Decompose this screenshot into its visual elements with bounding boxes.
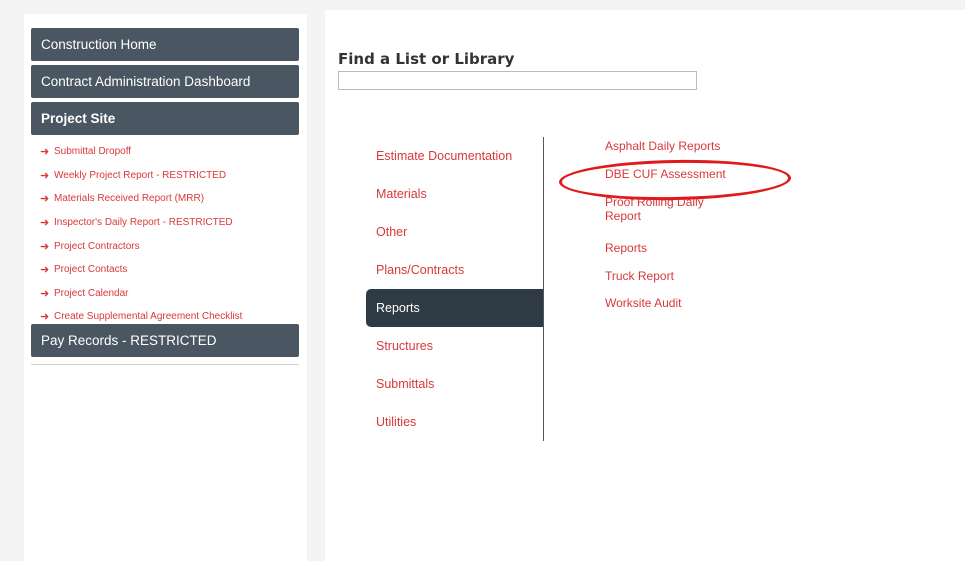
list-item-project-contacts[interactable]: ➜ Project Contacts — [40, 258, 300, 282]
category-materials[interactable]: Materials — [366, 175, 544, 213]
category-estimate-documentation[interactable]: Estimate Documentation — [366, 137, 544, 175]
list-item-weekly-project-report[interactable]: ➜ Weekly Project Report - RESTRICTED — [40, 164, 300, 188]
list-item-label: Project Calendar — [54, 287, 129, 299]
arrow-right-icon: ➜ — [40, 264, 50, 277]
list-item-label: Inspector's Daily Report - RESTRICTED — [54, 217, 233, 229]
list-link-asphalt-daily-reports[interactable]: Asphalt Daily Reports — [605, 139, 720, 153]
page-title: Find a List or Library — [338, 50, 515, 68]
category-utilities[interactable]: Utilities — [366, 403, 544, 441]
list-item-materials-received-report[interactable]: ➜ Materials Received Report (MRR) — [40, 187, 300, 211]
list-item-label: Project Contacts — [54, 264, 128, 276]
nav-construction-home[interactable]: Construction Home — [31, 28, 299, 61]
list-link-reports[interactable]: Reports — [605, 241, 647, 255]
arrow-right-icon: ➜ — [40, 240, 50, 253]
list-item-inspectors-daily-report[interactable]: ➜ Inspector's Daily Report - RESTRICTED — [40, 211, 300, 235]
category-other[interactable]: Other — [366, 213, 544, 251]
arrow-right-icon: ➜ — [40, 146, 50, 159]
left-sidebar: Construction Home Contract Administratio… — [24, 14, 307, 561]
category-structures[interactable]: Structures — [366, 327, 544, 365]
list-item-submittal-dropoff[interactable]: ➜ Submittal Dropoff — [40, 140, 300, 164]
nav-pay-records[interactable]: Pay Records - RESTRICTED — [31, 324, 299, 357]
arrow-right-icon: ➜ — [40, 287, 50, 300]
list-item-label: Weekly Project Report - RESTRICTED — [54, 169, 227, 181]
list-item-label: Project Contractors — [54, 240, 140, 252]
category-reports[interactable]: Reports — [366, 289, 544, 327]
arrow-right-icon: ➜ — [40, 217, 50, 230]
arrow-right-icon: ➜ — [40, 193, 50, 206]
list-item-project-calendar[interactable]: ➜ Project Calendar — [40, 282, 300, 306]
search-input[interactable] — [338, 71, 697, 90]
project-site-list: ➜ Submittal Dropoff ➜ Weekly Project Repor… — [40, 140, 300, 329]
nav-project-site[interactable]: Project Site — [31, 102, 299, 135]
list-item-label: Materials Received Report (MRR) — [54, 193, 205, 205]
highlight-annotation-ring — [558, 157, 792, 203]
category-plans-contracts[interactable]: Plans/Contracts — [366, 251, 544, 289]
list-item-project-contractors[interactable]: ➜ Project Contractors — [40, 234, 300, 258]
list-item-label: Submittal Dropoff — [54, 146, 132, 158]
category-submittals[interactable]: Submittals — [366, 365, 544, 403]
list-item-label: Create Supplemental Agreement Checklist — [54, 311, 243, 323]
sidebar-divider — [31, 364, 299, 365]
list-link-truck-report[interactable]: Truck Report — [605, 269, 674, 283]
category-divider — [543, 137, 544, 441]
list-link-worksite-audit[interactable]: Worksite Audit — [605, 296, 681, 310]
arrow-right-icon: ➜ — [40, 311, 50, 324]
arrow-right-icon: ➜ — [40, 169, 50, 182]
nav-contract-admin-dashboard[interactable]: Contract Administration Dashboard — [31, 65, 299, 98]
main-panel: Find a List or Library Estimate Document… — [325, 10, 965, 561]
